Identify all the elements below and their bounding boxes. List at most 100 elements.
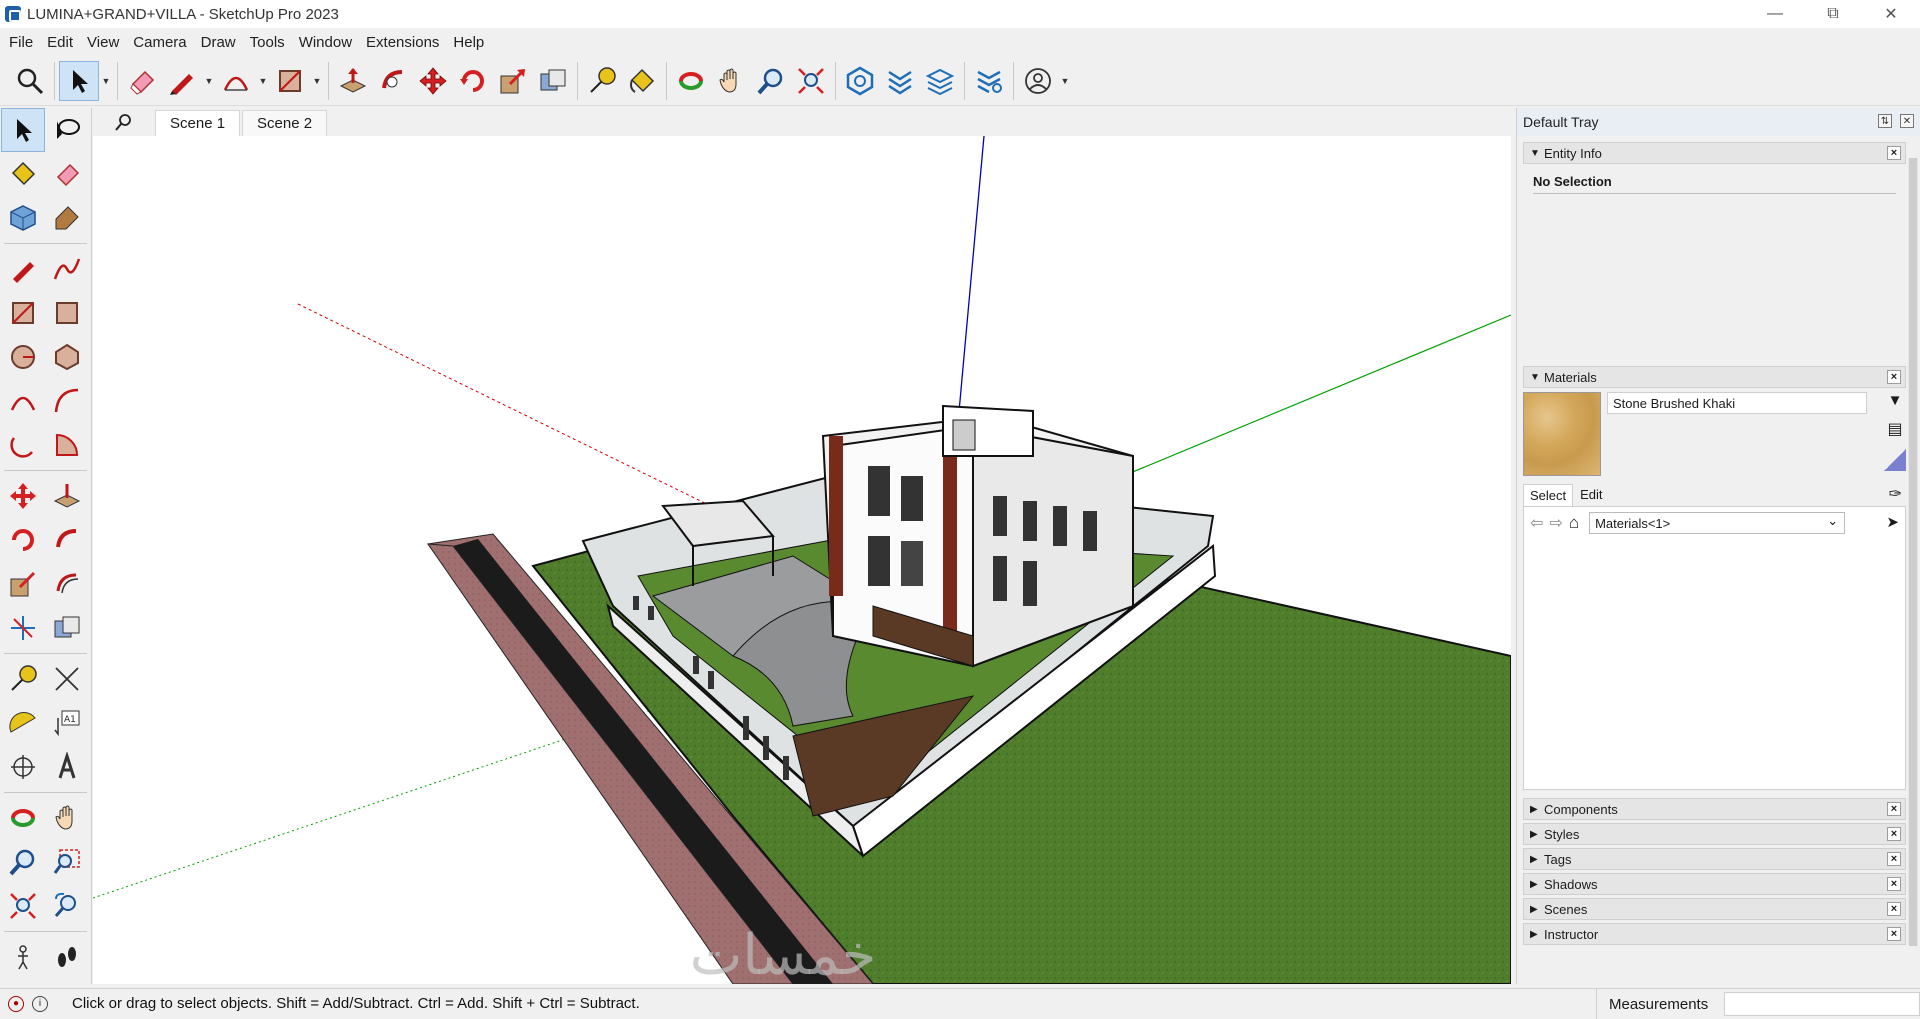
tape-measure-icon[interactable] [1,657,45,701]
scroll-thumb[interactable] [1909,158,1917,946]
offset-icon[interactable] [533,61,573,101]
material-collection-select[interactable]: Materials<1> [1589,511,1846,534]
minimize-icon[interactable]: — [1746,0,1804,28]
zoom-window-icon[interactable] [45,840,89,884]
info-icon[interactable]: i [32,995,48,1012]
outer-shell-icon[interactable] [45,606,89,650]
arc-icon[interactable] [1,379,45,423]
protractor-icon[interactable] [1,701,45,745]
move-icon[interactable] [1,474,45,518]
expand-triangle-icon[interactable]: ▶ [1530,804,1538,815]
line-icon[interactable] [1,247,45,291]
panel-materials[interactable]: ▼ Materials × [1523,366,1906,388]
circle-icon[interactable] [1,335,45,379]
collapse-triangle-icon[interactable]: ▼ [1530,148,1540,159]
eraser-icon[interactable] [122,61,162,101]
two-point-arc-icon[interactable] [45,379,89,423]
pencil-line-icon[interactable] [162,61,202,101]
move-icon[interactable] [413,61,453,101]
menu-tools[interactable]: Tools [243,34,292,51]
close-icon[interactable]: × [1887,877,1901,891]
close-icon[interactable]: × [1887,902,1901,916]
menu-file[interactable]: File [2,34,40,51]
chevron-down-icon[interactable]: ▼ [310,61,324,101]
panel-styles[interactable]: ▶ Styles × [1523,823,1906,845]
rectangle-icon[interactable] [270,61,310,101]
material-name-field[interactable]: Stone Brushed Khaki [1607,392,1867,414]
tag-icon[interactable] [45,196,89,240]
select-icon[interactable] [59,60,99,101]
rotate-icon[interactable] [1,518,45,562]
pan-icon[interactable] [45,796,89,840]
make-component-icon[interactable] [1,196,45,240]
home-icon[interactable]: ⌂ [1569,513,1579,533]
orbit-icon[interactable] [671,61,711,101]
tape-measure-icon[interactable] [582,61,622,101]
create-material-icon[interactable]: ▤ [1887,419,1902,439]
display-secondary-pane-icon[interactable]: ▼ [1888,392,1903,409]
expand-triangle-icon[interactable]: ▶ [1530,829,1538,840]
back-arrow-icon[interactable]: ⇦ [1530,513,1543,533]
model-viewport[interactable]: خمسات [93,136,1511,984]
offset-icon[interactable] [45,562,89,606]
expand-triangle-icon[interactable]: ▶ [1530,854,1538,865]
three-point-arc-icon[interactable] [1,423,45,467]
polygon-icon[interactable] [45,335,89,379]
warehouse-icon[interactable] [840,61,880,101]
close-icon[interactable]: × [1887,146,1901,160]
orbit-icon[interactable] [1,796,45,840]
tab-select[interactable]: Select [1523,484,1574,506]
paint-bucket-icon[interactable] [622,61,662,101]
menu-window[interactable]: Window [292,34,359,51]
select-icon[interactable] [1,108,45,152]
panel-scenes[interactable]: ▶ Scenes × [1523,898,1906,920]
rotate-icon[interactable] [453,61,493,101]
follow-me-icon[interactable] [45,518,89,562]
tray-scrollbar[interactable] [1908,158,1918,946]
push-pull-icon[interactable] [45,474,89,518]
push-pull-icon[interactable] [333,61,373,101]
measurements-input[interactable] [1724,992,1920,1016]
close-icon[interactable]: × [1887,370,1901,384]
panel-tags[interactable]: ▶ Tags × [1523,848,1906,870]
details-arrow-icon[interactable]: ➤ [1886,513,1899,531]
close-icon[interactable]: × [1887,827,1901,841]
eyedropper-icon[interactable]: ✑ [1889,484,1902,504]
close-icon[interactable]: ✕ [1862,0,1920,28]
lasso-select-icon[interactable] [45,108,89,152]
tab-scene-2[interactable]: Scene 2 [242,110,328,136]
account-icon[interactable] [1018,61,1058,101]
eraser-icon[interactable] [45,152,89,196]
previous-view-icon[interactable] [45,884,89,928]
villa-model-render[interactable]: خمسات [93,136,1511,984]
close-icon[interactable]: × [1887,852,1901,866]
tab-scene-1[interactable]: Scene 1 [155,110,241,136]
chevron-down-icon[interactable]: ▼ [202,61,216,101]
freehand-icon[interactable] [45,247,89,291]
zoom-icon[interactable] [751,61,791,101]
flip-icon[interactable] [1,606,45,650]
panel-entity-info[interactable]: ▼ Entity Info × [1523,142,1906,164]
3d-text-icon[interactable] [45,745,89,789]
extension-warehouse-icon[interactable] [880,61,920,101]
menu-help[interactable]: Help [446,34,491,51]
geo-location-icon[interactable]: ● [8,995,24,1012]
material-swatch[interactable] [1523,392,1601,476]
pan-icon[interactable] [711,61,751,101]
expand-triangle-icon[interactable]: ▶ [1530,929,1538,940]
forward-arrow-icon[interactable]: ⇨ [1549,513,1562,533]
follow-me-icon[interactable] [373,61,413,101]
scale-icon[interactable] [493,61,533,101]
pie-icon[interactable] [45,423,89,467]
zoom-extents-icon[interactable] [1,884,45,928]
sample-color-icon[interactable] [1884,449,1906,471]
axes-icon[interactable] [1,745,45,789]
chevron-down-icon[interactable]: ▼ [99,61,113,101]
position-camera-icon[interactable] [1,935,45,979]
material-library-list[interactable] [1523,538,1906,790]
menu-view[interactable]: View [80,34,126,51]
scale-icon[interactable] [1,562,45,606]
tab-edit[interactable]: Edit [1573,483,1609,506]
walk-icon[interactable] [45,935,89,979]
expand-triangle-icon[interactable]: ▶ [1530,879,1538,890]
